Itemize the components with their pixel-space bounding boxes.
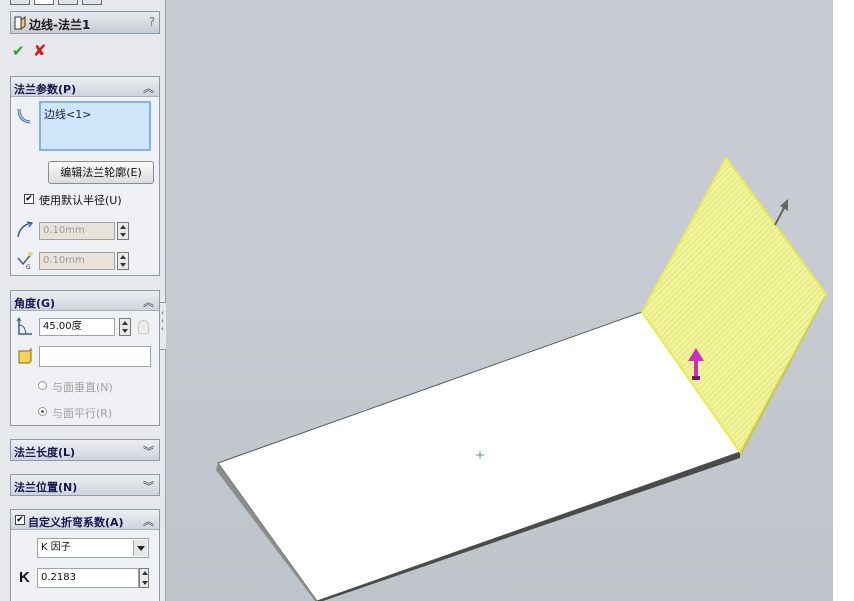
- gap-distance-icon: G: [17, 252, 33, 270]
- flange-length-group: 法兰长度(L) ︾: [10, 439, 160, 461]
- bend-allowance-group: ✔ 自定义折弯系数(A) ︽ K 因子 K 0.2183: [10, 509, 160, 601]
- k-factor-icon: K: [19, 569, 30, 586]
- perpendicular-label: 与面垂直(N): [52, 381, 113, 394]
- reference-face-field[interactable]: [39, 346, 151, 367]
- flange-position-group: 法兰位置(N) ︾: [10, 474, 160, 496]
- flange-position-header[interactable]: 法兰位置(N) ︾: [11, 475, 159, 495]
- angle-icon: [16, 317, 32, 335]
- collapse-icon[interactable]: ︽: [143, 80, 154, 96]
- drag-handle-icon[interactable]: [774, 199, 788, 226]
- flange-params-title: 法兰参数(P): [14, 83, 77, 96]
- collapse-icon[interactable]: ︽: [143, 294, 154, 310]
- expand-icon[interactable]: ︾: [143, 478, 154, 494]
- feature-title: 边线-法兰1: [29, 18, 91, 32]
- manager-tabs[interactable]: [10, 0, 120, 5]
- sheet-metal-base[interactable]: [216, 311, 741, 601]
- bend-allowance-title: 自定义折弯系数(A): [28, 516, 124, 529]
- bend-allowance-checkbox[interactable]: ✔: [15, 515, 25, 525]
- angle-group: 角度(G) ︽ 45.00度 与面垂直(N) 与面平行(R): [10, 290, 160, 426]
- cancel-button[interactable]: ✘: [33, 41, 46, 60]
- bend-radius-field[interactable]: 0.10mm: [39, 222, 115, 240]
- parallel-radio[interactable]: [38, 407, 47, 416]
- flange-params-group: 法兰参数(P) ︽ 边线<1> 编辑法兰轮廓(E) ✔ 使用默认半径(U) 0.…: [10, 76, 160, 276]
- angle-header[interactable]: 角度(G) ︽: [11, 291, 159, 311]
- svg-text:G: G: [26, 264, 31, 270]
- flange-position-title: 法兰位置(N): [14, 481, 78, 494]
- ok-button[interactable]: ✔: [12, 42, 25, 60]
- k-factor-field[interactable]: 0.2183: [37, 568, 139, 588]
- collapse-icon[interactable]: ︽: [143, 513, 154, 529]
- angle-spinner[interactable]: [119, 318, 131, 336]
- edge-select-icon: [17, 108, 31, 124]
- edit-flange-profile-button[interactable]: 编辑法兰轮廓(E): [48, 161, 154, 184]
- face-icon: [18, 347, 32, 364]
- chevron-down-icon[interactable]: [133, 540, 147, 556]
- flange-length-title: 法兰长度(L): [14, 446, 76, 459]
- bend-allowance-header[interactable]: ✔ 自定义折弯系数(A) ︽: [11, 510, 159, 530]
- feature-icon: [14, 16, 26, 30]
- use-default-radius-checkbox[interactable]: ✔: [24, 194, 34, 204]
- bend-allowance-type-select[interactable]: K 因子: [37, 538, 149, 558]
- model-view: [216, 156, 828, 601]
- k-factor-spinner[interactable]: [139, 568, 149, 588]
- flange-params-header[interactable]: 法兰参数(P) ︽: [11, 77, 159, 97]
- expand-icon[interactable]: ︾: [143, 443, 154, 459]
- feature-title-bar: 边线-法兰1 ?: [10, 11, 160, 34]
- angle-field[interactable]: 45.00度: [39, 318, 115, 336]
- edge-selection-box[interactable]: 边线<1>: [39, 101, 151, 151]
- edge-selection-item: 边线<1>: [44, 108, 92, 121]
- parallel-label: 与面平行(R): [52, 407, 113, 420]
- angle-title: 角度(G): [14, 297, 56, 310]
- property-manager: 边线-法兰1 ? ✔ ✘ 法兰参数(P) ︽ 边线<1> 编辑法兰轮廓(E) ✔…: [0, 0, 166, 601]
- bend-radius-icon: [17, 221, 34, 238]
- use-default-radius-label: 使用默认半径(U): [39, 194, 122, 207]
- lock-icon: [138, 320, 149, 334]
- bend-radius-spinner[interactable]: [117, 222, 129, 240]
- gap-distance-field[interactable]: 0.10mm: [39, 252, 115, 270]
- graphics-viewport[interactable]: [166, 0, 833, 601]
- flange-length-header[interactable]: 法兰长度(L) ︾: [11, 440, 159, 460]
- perpendicular-radio[interactable]: [38, 381, 47, 390]
- right-margin: [833, 0, 854, 601]
- help-button[interactable]: ?: [149, 15, 155, 29]
- gap-distance-spinner[interactable]: [117, 252, 129, 270]
- bend-allowance-type-value: K 因子: [41, 542, 71, 553]
